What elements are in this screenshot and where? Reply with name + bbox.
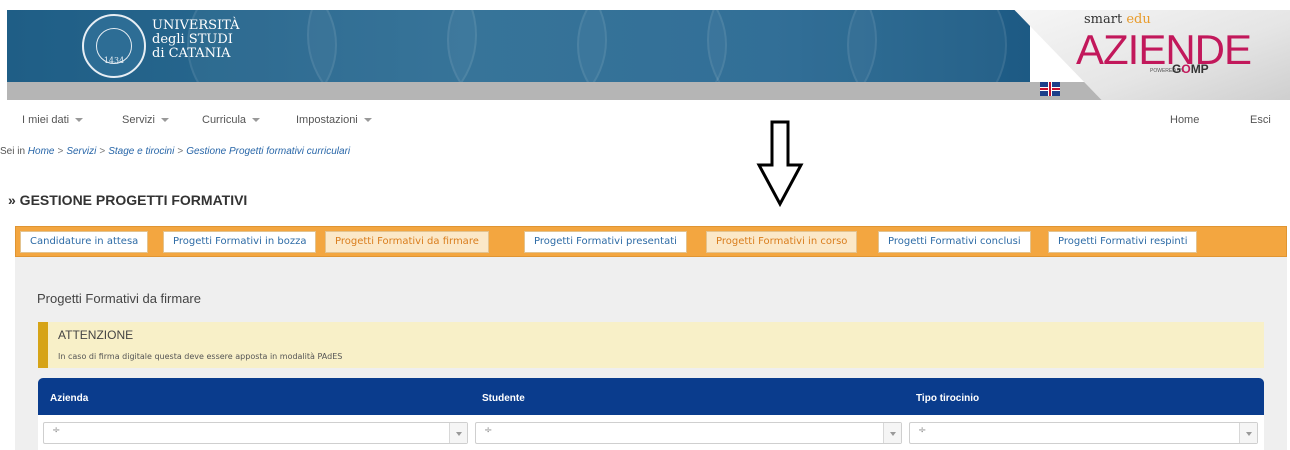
nav-home-link[interactable]: Home (1170, 114, 1199, 126)
nav-label: Servizi (122, 114, 156, 126)
brand-gomp-o: O (1181, 62, 1191, 76)
chevron-down-icon[interactable] (449, 423, 467, 443)
page-title: » GESTIONE PROGETTI FORMATIVI (8, 192, 248, 208)
tab-conclusi[interactable]: Progetti Formativi conclusi (878, 231, 1031, 253)
nav-item-miei-dati[interactable]: I miei dati (22, 114, 84, 126)
seal-year: 1434 (103, 56, 125, 65)
university-line-3: di CATANIA (152, 46, 231, 61)
chevron-down-icon (161, 118, 170, 123)
nav-label: Curricula (202, 114, 247, 126)
brand-gomp-logo: GOMP (1172, 62, 1209, 76)
breadcrumb-prefix: Sei in (0, 146, 26, 157)
nav-item-curricula[interactable]: Curricula (202, 114, 261, 126)
breadcrumb-separator: > (57, 146, 64, 157)
brand-aziende-logo[interactable]: AZIENDE (1076, 26, 1252, 74)
tab-respinti[interactable]: Progetti Formativi respinti (1048, 231, 1198, 253)
nav-item-servizi[interactable]: Servizi (122, 114, 170, 126)
column-header-studente[interactable]: Studente (482, 393, 525, 404)
brand-gomp-mp: MP (1190, 62, 1209, 76)
chevron-down-icon (75, 118, 84, 123)
tab-candidature-attesa[interactable]: Candidature in attesa (20, 231, 149, 253)
breadcrumb: Sei in Home > Servizi > Stage e tirocini > Ges… (0, 146, 350, 157)
tab-presentati[interactable]: Progetti Formativi presentati (524, 231, 687, 253)
nav-item-impostazioni[interactable]: Impostazioni (296, 114, 372, 126)
tab-in-corso[interactable]: Progetti Formativi in corso (706, 231, 858, 253)
university-seal-icon[interactable]: 1434 (82, 14, 146, 78)
brand-smart: smart (1084, 12, 1123, 27)
university-name[interactable]: UNIVERSITÀ degli STUDI di CATANIA (152, 19, 240, 61)
down-arrow-icon (756, 120, 804, 208)
chevron-down-icon[interactable] (1239, 423, 1257, 443)
section-title: Progetti Formativi da firmare (37, 291, 201, 306)
top-navigation: I miei dati Servizi Curricula Impostazio… (0, 110, 1290, 134)
tab-da-firmare[interactable]: Progetti Formativi da firmare (325, 231, 489, 253)
chevron-down-icon[interactable] (883, 423, 901, 443)
table-header: Azienda Studente Tipo tirocinio (38, 378, 1264, 415)
filter-azienda-select[interactable]: ÷ (43, 422, 468, 444)
uk-flag-icon[interactable] (1040, 82, 1060, 96)
university-line-1: UNIVERSITÀ (152, 18, 240, 33)
breadcrumb-stage[interactable]: Stage e tirocini (108, 146, 174, 157)
filter-tipo-tirocinio-select[interactable]: ÷ (909, 422, 1258, 444)
column-header-azienda[interactable]: Azienda (50, 393, 88, 404)
nav-label: I miei dati (22, 114, 70, 126)
select-value: ÷ (52, 425, 61, 436)
chevron-down-icon (363, 118, 372, 123)
select-value: ÷ (484, 425, 493, 436)
breadcrumb-separator: > (99, 146, 106, 157)
breadcrumb-current: Gestione Progetti formativi curriculari (186, 146, 351, 157)
brand-gomp-g: G (1172, 62, 1182, 76)
chevron-down-icon (252, 118, 261, 123)
alert-box: ATTENZIONE In caso di firma digitale que… (38, 322, 1264, 368)
nav-label: Impostazioni (296, 114, 358, 126)
column-header-tipo-tirocinio[interactable]: Tipo tirocinio (916, 393, 979, 404)
brand-smartedu: smart edu (1084, 12, 1151, 27)
tab-in-bozza[interactable]: Progetti Formativi in bozza (163, 231, 317, 253)
breadcrumb-home[interactable]: Home (28, 146, 55, 157)
header-banner: 1434 UNIVERSITÀ degli STUDI di CATANIA s… (0, 0, 1290, 100)
university-line-2: degli STUDI (152, 32, 233, 47)
nav-exit-link[interactable]: Esci (1250, 114, 1271, 126)
breadcrumb-separator: > (177, 146, 184, 157)
filter-row: ÷ ÷ ÷ (38, 415, 1264, 450)
filter-studente-select[interactable]: ÷ (475, 422, 902, 444)
alert-text: In caso di firma digitale questa deve es… (58, 352, 343, 361)
select-value: ÷ (918, 425, 927, 436)
brand-edu: edu (1126, 12, 1151, 27)
alert-title: ATTENZIONE (58, 328, 134, 342)
tab-bar: Candidature in attesa Progetti Formativi… (15, 226, 1287, 257)
breadcrumb-servizi[interactable]: Servizi (66, 146, 96, 157)
